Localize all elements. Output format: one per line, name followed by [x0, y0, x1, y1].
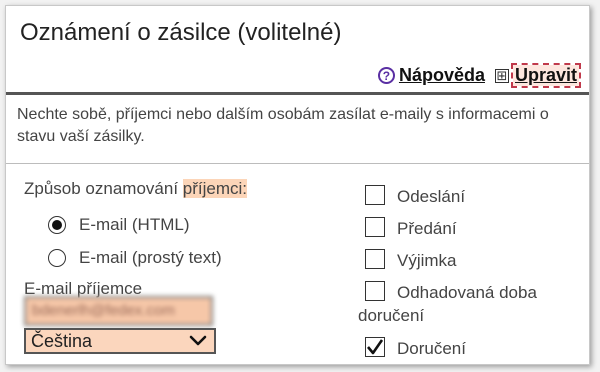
checkbox-row-estimated-delivery[interactable] [365, 281, 385, 301]
radio-label: E-mail (HTML) [79, 215, 190, 234]
radio-email-html[interactable]: E-mail (HTML) [48, 215, 190, 235]
radio-dot [52, 220, 62, 230]
checkbox-label-line1: Odhadovaná doba [397, 283, 537, 302]
help-group: ? Nápověda [377, 65, 485, 86]
edit-group: ⊞ Upravit [494, 63, 582, 88]
edit-link[interactable]: Upravit [510, 63, 582, 88]
checkbox-row-tendered[interactable]: Předání [365, 217, 457, 239]
panel-title: Oznámení o zásilce (volitelné) [20, 19, 342, 46]
radio-label: E-mail (prostý text) [79, 248, 222, 267]
panel-toolbar: ? Nápověda ⊞ Upravit [377, 63, 582, 88]
recipient-email-input[interactable]: bdenerlh@fedex.com [24, 296, 213, 326]
checkbox-row-exception[interactable]: Výjimka [365, 249, 457, 271]
checkmark-icon [367, 339, 384, 355]
checkbox-checked[interactable] [365, 337, 385, 357]
help-link[interactable]: Nápověda [399, 65, 485, 86]
radio-button[interactable] [48, 249, 66, 267]
checkbox[interactable] [365, 217, 385, 237]
language-select-value: Čeština [31, 330, 93, 351]
checkbox-label: Výjimka [397, 251, 457, 270]
checkbox-label: Doručení [397, 339, 466, 358]
method-label-highlight: příjemci: [182, 179, 247, 198]
chevron-down-icon [189, 335, 207, 346]
expand-icon[interactable]: ⊞ [494, 68, 509, 83]
checkbox-label: Předání [397, 219, 457, 238]
checkbox-label: Odeslání [397, 187, 466, 206]
checkbox[interactable] [365, 281, 385, 301]
radio-button-selected[interactable] [48, 216, 66, 234]
notification-method-label: Způsob oznamování příjemci: [24, 179, 247, 199]
header-divider [6, 92, 589, 95]
checkbox-row-shipped[interactable]: Odeslání [365, 185, 466, 207]
help-icon[interactable]: ? [377, 67, 395, 84]
method-label-text: Způsob oznamování [24, 179, 183, 198]
language-select[interactable]: Čeština [24, 328, 216, 354]
section-divider [6, 163, 589, 164]
checkbox-label-line2: doručení [358, 306, 425, 325]
panel-description: Nechte sobě, příjemci nebo dalším osobám… [17, 106, 549, 145]
shipment-notification-panel: Oznámení o zásilce (volitelné) ? Nápověd… [5, 5, 590, 365]
checkbox[interactable] [365, 185, 385, 205]
checkbox[interactable] [365, 249, 385, 269]
radio-email-plain[interactable]: E-mail (prostý text) [48, 248, 222, 268]
checkbox-row-delivered[interactable]: Doručení [365, 337, 466, 359]
